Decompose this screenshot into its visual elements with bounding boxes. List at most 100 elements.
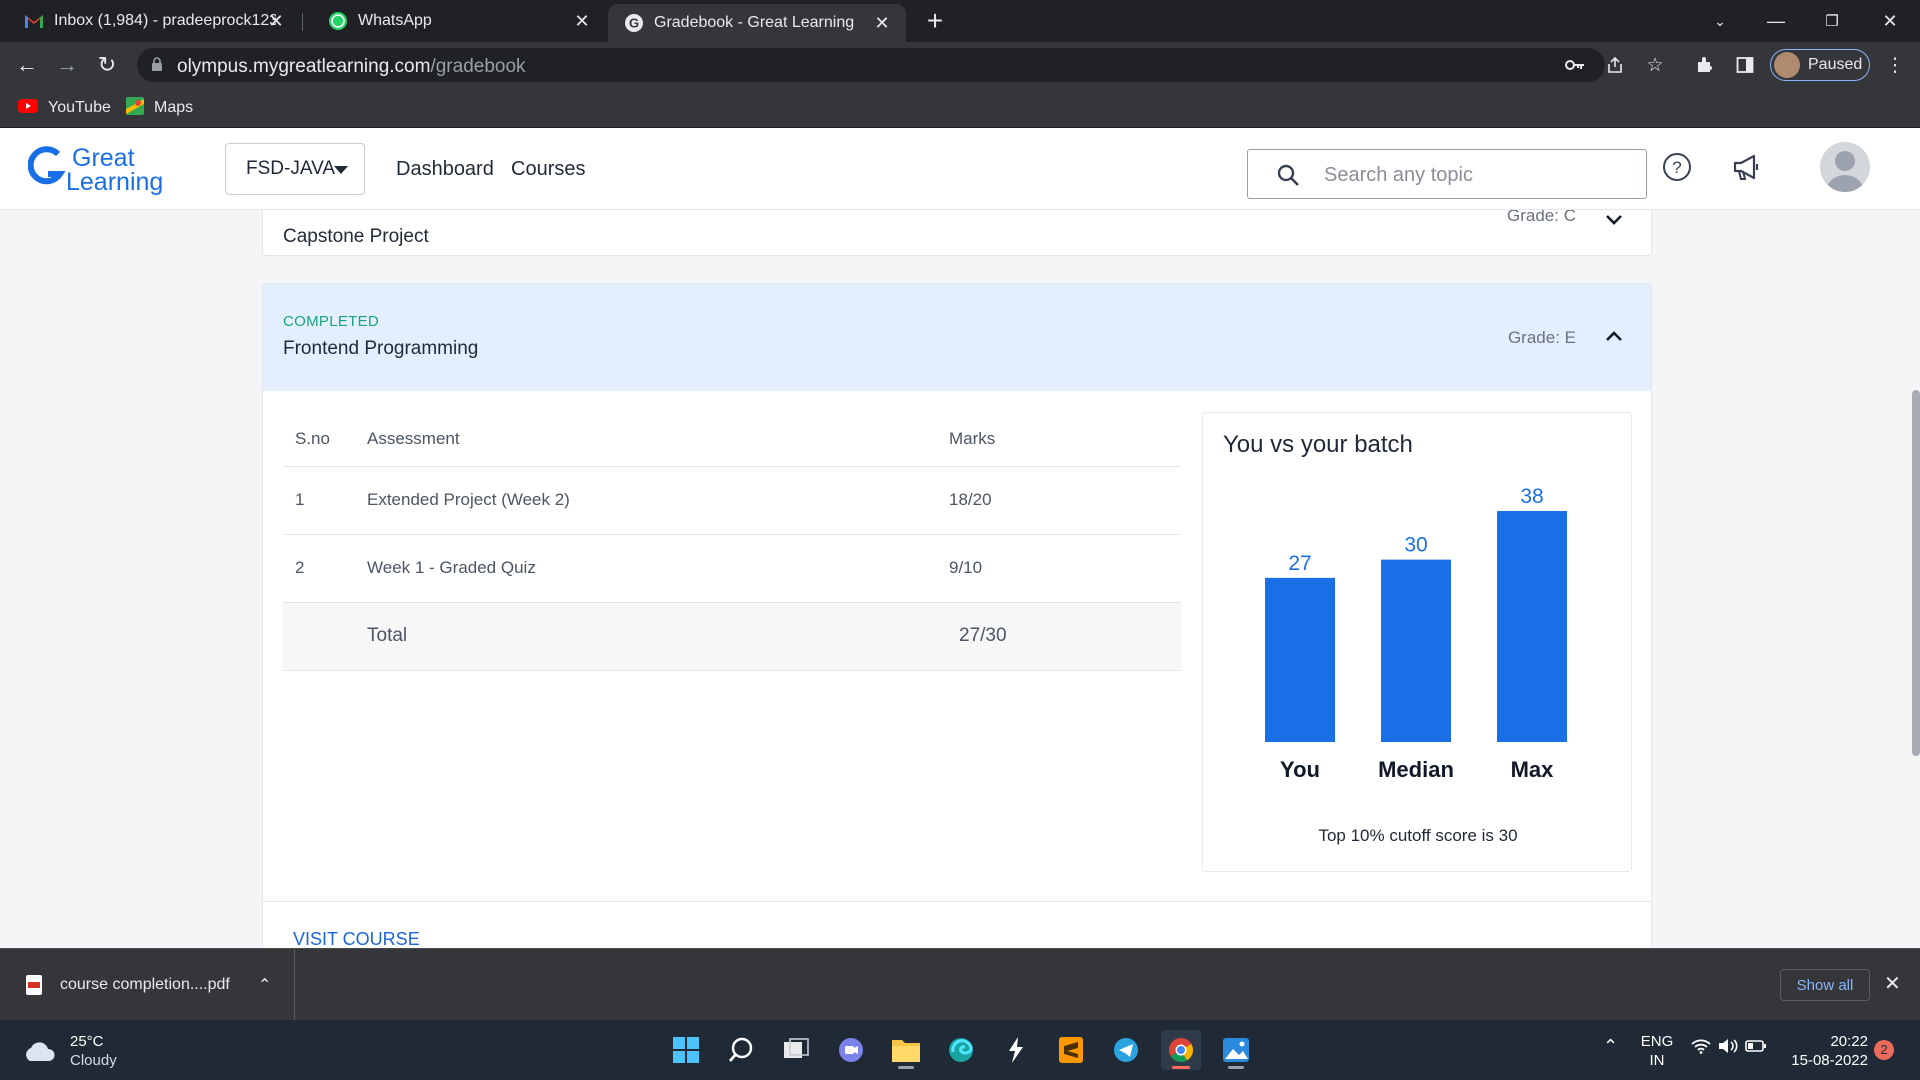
data-label-max: 38 <box>1520 485 1543 508</box>
chevron-down-icon[interactable] <box>1603 208 1625 230</box>
chrome-icon[interactable] <box>1161 1030 1201 1070</box>
side-panel-icon[interactable] <box>1730 50 1760 80</box>
battery-icon[interactable] <box>1745 1038 1767 1058</box>
key-icon[interactable] <box>1560 50 1590 80</box>
great-learning-logo[interactable]: Great Learning <box>27 142 178 196</box>
svg-text:?: ? <box>1672 158 1681 177</box>
svg-text:G: G <box>629 16 639 31</box>
download-item[interactable]: course completion....pdf ⌃ <box>0 949 295 1021</box>
course-name: Capstone Project <box>283 226 429 247</box>
chevron-up-icon[interactable]: ⌃ <box>258 975 271 995</box>
nav-courses[interactable]: Courses <box>511 158 585 181</box>
cell-sno <box>283 602 355 671</box>
bookmark-star-icon[interactable]: ☆ <box>1640 50 1670 80</box>
tab-search-icon[interactable]: ⌄ <box>1692 0 1748 42</box>
edge-icon[interactable] <box>941 1030 981 1070</box>
url-text[interactable]: olympus.mygreatlearning.com/gradebook <box>177 56 526 78</box>
url-path: /gradebook <box>430 56 526 77</box>
share-icon[interactable] <box>1600 50 1630 80</box>
clock-date: 15-08-2022 <box>1791 1052 1868 1069</box>
teams-chat-icon[interactable] <box>831 1030 871 1070</box>
extensions-icon[interactable] <box>1690 50 1720 80</box>
weather-desc: Cloudy <box>70 1052 117 1069</box>
tab-gradebook[interactable]: G Gradebook - Great Learning ✕ <box>608 4 906 42</box>
profile-button[interactable]: Paused <box>1770 49 1870 81</box>
close-tab-icon[interactable]: ✕ <box>266 11 286 31</box>
clock[interactable]: 20:22 15-08-2022 <box>1788 1032 1868 1070</box>
search-input[interactable] <box>1322 160 1622 190</box>
close-tab-icon[interactable]: ✕ <box>572 11 592 31</box>
bookmark-youtube[interactable]: YouTube <box>18 96 111 120</box>
column-header-marks: Marks <box>937 412 1181 467</box>
weather-widget[interactable]: 25°C Cloudy <box>22 1032 117 1070</box>
cell-assessment: Week 1 - Graded Quiz <box>355 534 937 603</box>
search-taskbar-icon[interactable] <box>721 1030 761 1070</box>
windows-taskbar: 25°C Cloudy ⌃ ENG IN 20:22 15-08-2022 2 <box>0 1020 1920 1080</box>
restore-button[interactable]: ❐ <box>1804 0 1860 42</box>
category-label-max: Max <box>1511 757 1555 782</box>
gmail-icon <box>24 11 44 31</box>
address-bar[interactable]: olympus.mygreatlearning.com/gradebook <box>137 48 1605 82</box>
photos-icon[interactable] <box>1216 1030 1256 1070</box>
minimize-button[interactable]: — <box>1748 0 1804 42</box>
back-button[interactable]: ← <box>12 50 42 80</box>
category-label-you: You <box>1280 757 1320 782</box>
bookmark-maps[interactable]: Maps <box>126 96 193 120</box>
running-indicator <box>1228 1066 1244 1069</box>
cell-assessment: Extended Project (Week 2) <box>355 466 937 535</box>
sublime-text-icon[interactable] <box>1051 1030 1091 1070</box>
help-icon[interactable]: ? <box>1660 150 1694 184</box>
notification-badge[interactable]: 2 <box>1874 1040 1894 1060</box>
chevron-up-icon[interactable] <box>1603 326 1625 348</box>
close-downloads-icon[interactable]: ✕ <box>1884 971 1901 996</box>
start-button[interactable] <box>666 1030 706 1070</box>
telegram-icon[interactable] <box>1106 1030 1146 1070</box>
nav-dashboard[interactable]: Dashboard <box>396 158 494 181</box>
visit-course-link[interactable]: VISIT COURSE <box>293 929 420 948</box>
chevron-up-icon[interactable]: ⌃ <box>1603 1036 1618 1057</box>
reload-button[interactable]: ↻ <box>92 50 122 80</box>
bar-you <box>1265 577 1335 742</box>
language-indicator[interactable]: ENG IN <box>1637 1032 1677 1070</box>
close-tab-icon[interactable]: ✕ <box>872 13 892 33</box>
menu-kebab-icon[interactable]: ⋮ <box>1880 50 1910 80</box>
volume-icon[interactable] <box>1718 1038 1738 1058</box>
page-scrollbar-thumb[interactable] <box>1912 390 1920 756</box>
bar-median <box>1381 559 1451 742</box>
search-box[interactable] <box>1247 149 1647 199</box>
tab-whatsapp[interactable]: WhatsApp ✕ <box>304 0 606 42</box>
cloud-icon <box>22 1040 56 1062</box>
task-view-icon[interactable] <box>776 1030 816 1070</box>
browser-tab-strip: Inbox (1,984) - pradeeprock123.g ✕ Whats… <box>0 0 1920 42</box>
forward-button[interactable]: → <box>52 50 82 80</box>
bar-max <box>1497 511 1567 742</box>
clock-time: 20:22 <box>1830 1033 1868 1050</box>
download-filename: course completion....pdf <box>60 976 230 993</box>
data-label-median: 30 <box>1404 534 1427 557</box>
wifi-icon[interactable] <box>1691 1038 1711 1058</box>
tab-title: Inbox (1,984) - pradeeprock123.g <box>54 12 276 29</box>
file-explorer-icon[interactable] <box>886 1030 926 1070</box>
browser-toolbar: ← → ↻ olympus.mygreatlearning.com/gradeb… <box>0 42 1920 88</box>
cell-sno: 2 <box>283 534 355 603</box>
program-name: FSD-JAVA <box>246 158 336 179</box>
bookmark-label: Maps <box>154 99 194 116</box>
show-all-button[interactable]: Show all <box>1780 969 1870 1001</box>
announcement-icon[interactable] <box>1730 150 1764 184</box>
course-grade: Grade: E <box>1507 328 1576 347</box>
close-window-button[interactable]: ✕ <box>1862 0 1918 42</box>
table-row: 1 Extended Project (Week 2) 18/20 <box>283 466 1181 535</box>
lang-code: ENG <box>1640 1033 1674 1050</box>
new-tab-button[interactable]: + <box>920 0 950 42</box>
app-icon-lightning[interactable] <box>996 1030 1036 1070</box>
profile-avatar <box>1774 52 1800 78</box>
tab-gmail[interactable]: Inbox (1,984) - pradeeprock123.g ✕ <box>0 0 300 42</box>
program-selector[interactable]: FSD-JAVA <box>225 143 365 195</box>
logo-text-learning: Learning <box>66 168 163 196</box>
course-header[interactable]: COMPLETED Frontend Programming Grade: E <box>263 284 1651 391</box>
tab-title: WhatsApp <box>358 12 432 29</box>
batch-comparison-card: You vs your batch 27 You 30 Median 38 Max Top… <box>1202 412 1632 872</box>
user-avatar[interactable] <box>1820 142 1870 192</box>
cell-total-label: Total <box>355 602 937 671</box>
lock-icon[interactable] <box>151 56 163 77</box>
